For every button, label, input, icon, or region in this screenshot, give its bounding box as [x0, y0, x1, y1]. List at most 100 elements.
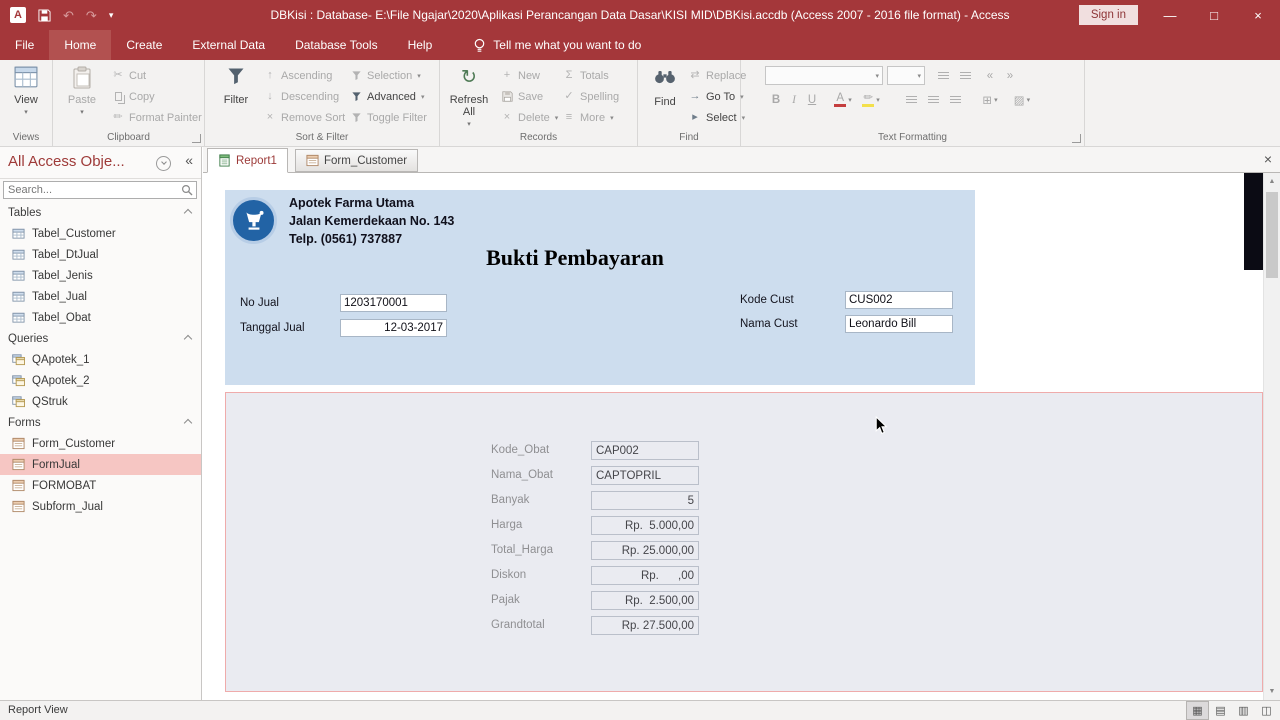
nav-item-formobat[interactable]: FORMOBAT [0, 475, 201, 496]
find-icon [642, 68, 688, 94]
align-right-button[interactable] [945, 90, 965, 110]
nav-item-qstruk[interactable]: QStruk [0, 391, 201, 412]
underline-button[interactable]: U [803, 90, 821, 110]
bold-button[interactable]: B [767, 90, 785, 110]
tell-me-box[interactable]: Tell me what you want to do [473, 30, 641, 60]
search-input[interactable] [4, 182, 178, 198]
descending-button[interactable]: ↓ Descending [261, 86, 347, 107]
tab-home[interactable]: Home [49, 30, 112, 60]
kode-cust-value[interactable]: CUS002 [845, 291, 953, 309]
ascending-button[interactable]: ↑ Ascending [261, 65, 347, 86]
close-document-icon[interactable]: × [1264, 151, 1272, 167]
scroll-down-icon[interactable]: ▼ [1264, 683, 1280, 700]
tanggal-jual-value[interactable]: 12-03-2017 [340, 319, 447, 337]
replace-button[interactable]: ⇄ Replace [686, 65, 748, 86]
nav-item-subform-jual[interactable]: Subform_Jual [0, 496, 201, 517]
select-button[interactable]: ▸ Select ▾ [686, 107, 748, 128]
italic-button[interactable]: I [785, 90, 803, 110]
total-harga-value[interactable]: Rp. 25.000,00 [591, 541, 699, 560]
refresh-all-button[interactable]: ↻ Refresh All ▾ [444, 64, 494, 131]
font-color-button[interactable]: A ▾ [831, 90, 855, 110]
decrease-indent-button[interactable]: « [981, 66, 999, 86]
cut-button[interactable]: ✂ Cut [109, 65, 204, 86]
increase-indent-button[interactable]: » [1001, 66, 1019, 86]
filter-button[interactable]: Filter [213, 64, 259, 106]
minimize-button[interactable]: — [1148, 0, 1192, 30]
harga-value[interactable]: Rp. 5.000,00 [591, 516, 699, 535]
section-tables[interactable]: Tables [0, 202, 201, 223]
report-view-button[interactable]: ▦ [1186, 701, 1209, 720]
no-jual-value[interactable]: 1203170001 [340, 294, 447, 312]
nav-item-tabel-dtjual[interactable]: Tabel_DtJual [0, 244, 201, 265]
go-to-button[interactable]: → Go To ▾ [686, 86, 748, 107]
banyak-value[interactable]: 5 [591, 491, 699, 510]
more-button[interactable]: ≡ More ▾ [560, 107, 621, 128]
maximize-button[interactable]: □ [1192, 0, 1236, 30]
section-queries[interactable]: Queries [0, 328, 201, 349]
align-center-button[interactable] [923, 90, 943, 110]
tab-form-customer[interactable]: Form_Customer [295, 149, 419, 172]
nav-item-form-customer[interactable]: Form_Customer [0, 433, 201, 454]
copy-button[interactable]: Copy [109, 86, 204, 107]
save-record-button[interactable]: Save [498, 86, 560, 107]
numbering-button[interactable] [955, 66, 975, 86]
tab-report1[interactable]: Report1 [207, 148, 288, 173]
design-view-button[interactable]: ◫ [1255, 701, 1278, 720]
tab-create[interactable]: Create [111, 30, 177, 60]
tab-external-data[interactable]: External Data [177, 30, 280, 60]
search-icon[interactable] [181, 184, 193, 196]
find-button[interactable]: Find [642, 64, 688, 108]
nama-obat-value[interactable]: CAPTOPRIL [591, 466, 699, 485]
section-forms[interactable]: Forms [0, 412, 201, 433]
nav-item-qapotek-1[interactable]: QApotek_1 [0, 349, 201, 370]
save-icon[interactable] [38, 8, 51, 22]
select-icon: ▸ [692, 111, 698, 123]
nama-cust-value[interactable]: Leonardo Bill [845, 315, 953, 333]
layout-view-button[interactable]: ▥ [1232, 701, 1255, 720]
print-preview-button[interactable]: ▤ [1209, 701, 1232, 720]
gridlines-button[interactable]: ⊞ ▾ [977, 90, 1003, 110]
scroll-up-icon[interactable]: ▲ [1264, 173, 1280, 190]
document-tab-label: Report1 [236, 154, 277, 167]
customize-qat-icon[interactable]: ▾ [109, 10, 114, 20]
sign-in-button[interactable]: Sign in [1078, 5, 1138, 25]
nav-item-tabel-jenis[interactable]: Tabel_Jenis [0, 265, 201, 286]
advanced-button[interactable]: Advanced ▾ [347, 86, 429, 107]
highlight-button[interactable]: ✏ ▾ [859, 90, 883, 110]
nav-item-formjual[interactable]: FormJual [0, 454, 201, 475]
nav-item-tabel-obat[interactable]: Tabel_Obat [0, 307, 201, 328]
nav-item-qapotek-2[interactable]: QApotek_2 [0, 370, 201, 391]
background-color-button[interactable]: ▨ ▾ [1009, 90, 1035, 110]
tab-help[interactable]: Help [393, 30, 448, 60]
new-record-button[interactable]: + New [498, 65, 560, 86]
lightbulb-icon [474, 38, 485, 52]
paste-button[interactable]: Paste ▾ [59, 64, 105, 119]
diskon-value[interactable]: Rp. ,00 [591, 566, 699, 585]
selection-button[interactable]: Selection ▾ [347, 65, 429, 86]
delete-record-button[interactable]: × Delete ▾ [498, 107, 560, 128]
bullets-button[interactable] [933, 66, 953, 86]
nav-item-tabel-jual[interactable]: Tabel_Jual [0, 286, 201, 307]
nav-pane-menu-icon[interactable] [156, 156, 171, 171]
spelling-button[interactable]: ✓ Spelling [560, 86, 621, 107]
totals-button[interactable]: Σ Totals [560, 65, 621, 86]
tab-database-tools[interactable]: Database Tools [280, 30, 393, 60]
format-painter-button[interactable]: ✏ Format Painter [109, 107, 204, 128]
close-button[interactable]: × [1236, 0, 1280, 30]
view-button[interactable]: View ▾ [3, 64, 49, 119]
tab-file[interactable]: File [0, 30, 49, 60]
collapse-pane-icon[interactable]: « [185, 152, 193, 168]
kode-obat-label: Kode_Obat [491, 444, 550, 456]
nav-item-tabel-customer[interactable]: Tabel_Customer [0, 223, 201, 244]
font-size-combo[interactable]: ▾ [887, 66, 925, 85]
scrollbar-thumb[interactable] [1266, 192, 1278, 278]
font-name-combo[interactable]: ▾ [765, 66, 883, 85]
access-app-icon[interactable]: A [10, 7, 26, 23]
kode-obat-value[interactable]: CAP002 [591, 441, 699, 460]
vertical-scrollbar[interactable]: ▲ ▼ [1263, 173, 1280, 700]
toggle-filter-button[interactable]: Toggle Filter [347, 107, 429, 128]
pajak-value[interactable]: Rp. 2.500,00 [591, 591, 699, 610]
remove-sort-button[interactable]: × Remove Sort [261, 107, 347, 128]
align-left-button[interactable] [901, 90, 921, 110]
grandtotal-value[interactable]: Rp. 27.500,00 [591, 616, 699, 635]
